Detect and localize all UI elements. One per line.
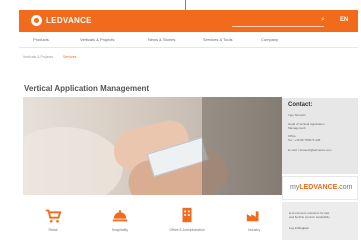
my-ledvance-banner[interactable]: myLEDVANCE.com	[282, 176, 358, 200]
logo-prefix: my	[290, 184, 300, 191]
contact-phone: Tel.: +49 89 780673 136	[288, 138, 321, 142]
main-navigation: Products Verticals & Projects News & Sto…	[19, 32, 358, 48]
breadcrumb-services[interactable]: Services	[63, 55, 76, 59]
building-icon	[182, 207, 192, 223]
logo-brand: LEDVANCE	[299, 184, 338, 191]
vertical-icons: Retail Hospitality Office & Administrati…	[23, 203, 282, 241]
tile-label: Industry	[247, 228, 261, 232]
factory-icon	[246, 211, 259, 222]
login-link[interactable]: Log in/Register	[289, 226, 309, 230]
page-title: Vertical Application Management	[24, 84, 150, 93]
search-input[interactable]	[232, 16, 324, 27]
cloche-icon	[112, 210, 128, 222]
tile-office[interactable]: Office & Administration	[163, 203, 211, 241]
nav-company[interactable]: Company	[261, 37, 278, 42]
cart-icon	[45, 209, 62, 223]
search-icon[interactable]: ⌕	[321, 16, 329, 24]
ecommerce-line-2: and flexible product availability	[289, 215, 330, 219]
page: LEDVANCE ⌕ EN Products Verticals & Proje…	[0, 0, 361, 247]
top-header: LEDVANCE ⌕ EN	[19, 10, 358, 32]
tile-industry[interactable]: Industry	[230, 203, 278, 241]
tile-label: Office & Administration	[169, 228, 205, 232]
logo-suffix: .com	[337, 184, 353, 191]
tile-hospitality[interactable]: Hospitality	[96, 203, 144, 241]
my-ledvance-logo[interactable]: myLEDVANCE.com	[290, 184, 353, 191]
ecommerce-info-panel: E-Commerce solutions for fast and flexib…	[282, 202, 358, 240]
breadcrumb: Verticals & Projects Services	[19, 52, 358, 63]
contact-email[interactable]: E-mail: i.strosetz@ledvance.com	[288, 148, 332, 152]
ledvance-logo-icon[interactable]	[31, 15, 42, 26]
nav-verticals-projects[interactable]: Verticals & Projects	[80, 37, 114, 42]
top-accent-line	[185, 0, 186, 10]
image-shirt	[202, 97, 282, 195]
breadcrumb-verticals[interactable]: Verticals & Projects	[23, 55, 53, 59]
nav-services-tools[interactable]: Services & Tools	[203, 37, 233, 42]
contact-role-line-2: Management	[288, 126, 306, 130]
contact-name: Ingo Strosetz	[288, 113, 306, 117]
brand-logo-text[interactable]: LEDVANCE	[46, 16, 92, 25]
tile-retail[interactable]: Retail	[29, 203, 77, 241]
contact-panel: Contact: Ingo Strosetz Head of Vertical …	[282, 98, 358, 174]
contact-heading: Contact:	[288, 102, 313, 108]
main-content: Vertical Application Management Contact:…	[19, 67, 358, 247]
nav-products[interactable]: Products	[33, 37, 49, 42]
nav-news-stories[interactable]: News & Stories	[148, 37, 175, 42]
tile-label: Hospitality	[111, 228, 129, 232]
hero-image	[23, 97, 282, 195]
language-selector[interactable]: EN	[340, 17, 348, 23]
tile-label: Retail	[48, 228, 58, 232]
